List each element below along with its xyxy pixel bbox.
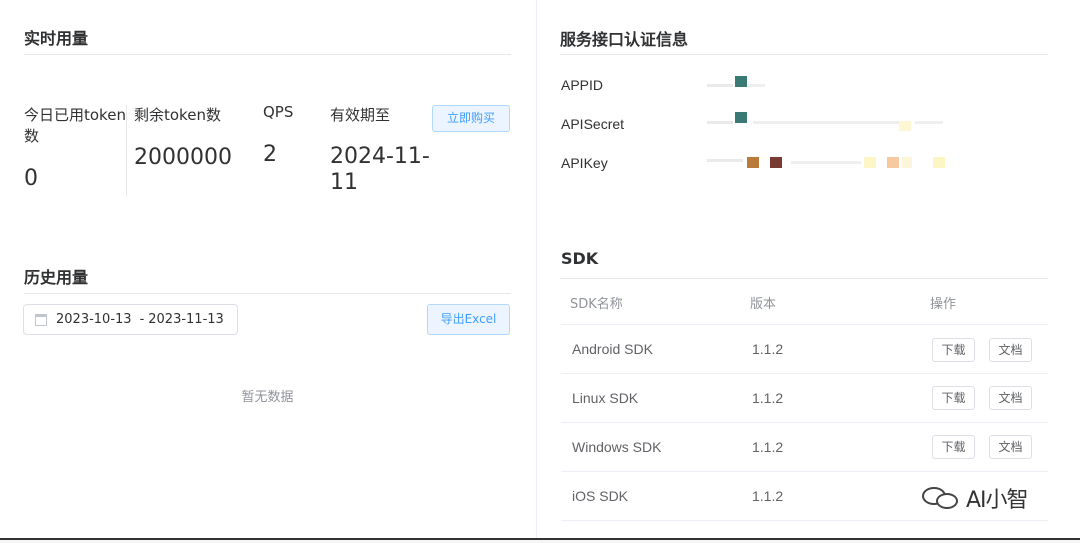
divider — [24, 293, 511, 294]
table-header-row: SDK名称 版本 操作 — [561, 278, 1048, 325]
usage-panel: 实时用量 今日已用token数 0 剩余token数 2000000 QPS 2… — [0, 0, 535, 538]
stat-separator — [126, 105, 127, 197]
apikey-value-masked — [707, 155, 947, 171]
download-button[interactable]: 下载 — [932, 435, 975, 459]
stat-label-qps: QPS — [263, 103, 294, 121]
wechat-icon — [922, 485, 962, 511]
stat-value-today-used: 0 — [24, 166, 38, 191]
buy-now-button[interactable]: 立即购买 — [432, 105, 510, 132]
download-button[interactable]: 下载 — [932, 386, 975, 410]
apisecret-value-masked — [707, 112, 947, 131]
date-range-picker[interactable]: 2023-10-13 - 2023-11-13 — [23, 304, 238, 335]
stat-label-remaining: 剩余token数 — [134, 106, 221, 124]
divider — [24, 54, 511, 55]
column-header-version: 版本 — [750, 297, 777, 312]
auth-info-title: 服务接口认证信息 — [560, 30, 689, 49]
docs-button[interactable]: 文档 — [989, 386, 1032, 410]
sdk-name: iOS SDK — [572, 488, 629, 504]
empty-state-text: 暂无数据 — [241, 390, 294, 405]
bottom-border — [0, 538, 1080, 543]
appid-label: APPID — [561, 77, 604, 93]
stat-value-remaining: 2000000 — [134, 145, 232, 170]
stat-value-qps: 2 — [263, 142, 277, 167]
sdk-version: 1.1.2 — [752, 341, 784, 357]
date-end: 2023-11-13 — [148, 312, 224, 327]
date-start: 2023-10-13 — [56, 312, 132, 327]
apikey-label: APIKey — [561, 155, 608, 171]
column-header-actions: 操作 — [930, 297, 957, 312]
sdk-title: SDK — [561, 249, 599, 268]
watermark: AI小智 — [922, 482, 1029, 514]
sdk-version: 1.1.2 — [752, 488, 784, 504]
auth-sdk-panel: 服务接口认证信息 APPID APISecret APIKey SDK SDK名… — [536, 0, 1080, 538]
sdk-version: 1.1.2 — [752, 390, 784, 406]
sdk-name: Android SDK — [572, 341, 653, 357]
download-button[interactable]: 下载 — [932, 338, 975, 362]
export-excel-button[interactable]: 导出Excel — [427, 304, 510, 335]
stat-label-today-used: 今日已用token数 — [24, 106, 126, 145]
watermark-text: AI小智 — [966, 488, 1029, 513]
docs-button[interactable]: 文档 — [989, 435, 1032, 459]
column-header-sdk-name: SDK名称 — [570, 297, 623, 312]
realtime-usage-title: 实时用量 — [24, 29, 89, 48]
docs-button[interactable]: 文档 — [989, 338, 1032, 362]
table-row: Linux SDK 1.1.2 下载 文档 — [561, 374, 1048, 423]
appid-value-masked — [707, 76, 767, 92]
history-usage-title: 历史用量 — [24, 268, 89, 287]
divider — [560, 54, 1048, 55]
sdk-name: Linux SDK — [572, 390, 639, 406]
stat-value-expiry: 2024-11-11 — [330, 144, 430, 195]
date-separator: - — [139, 312, 145, 327]
sdk-version: 1.1.2 — [752, 439, 784, 455]
calendar-icon — [35, 313, 47, 326]
table-row: Android SDK 1.1.2 下载 文档 — [561, 325, 1048, 374]
sdk-name: Windows SDK — [572, 439, 662, 455]
stat-label-expiry: 有效期至 — [330, 106, 391, 124]
apisecret-label: APISecret — [561, 116, 625, 132]
table-row: Windows SDK 1.1.2 下载 文档 — [561, 423, 1048, 472]
